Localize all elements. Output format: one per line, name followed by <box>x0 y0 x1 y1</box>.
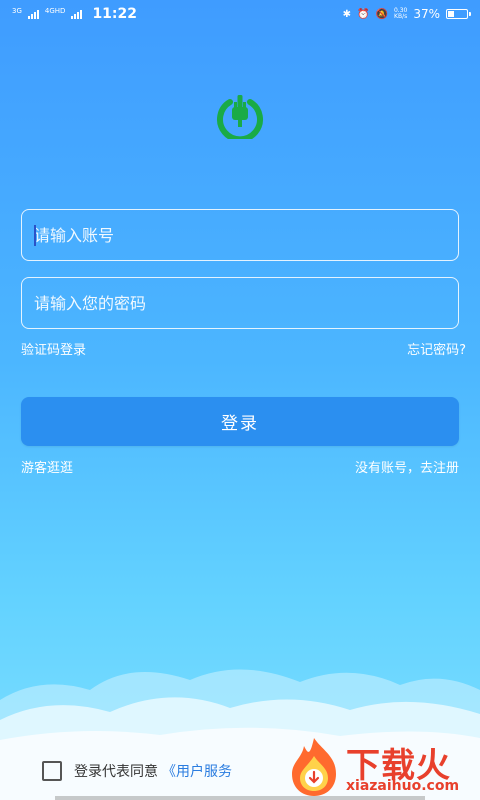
sms-login-link[interactable]: 验证码登录 <box>21 339 86 358</box>
account-input[interactable] <box>22 210 458 260</box>
status-right: ✱ ⏰ 🔕 0.30 KB/s 37% <box>342 7 471 21</box>
network-speed: 0.30 KB/s <box>394 8 407 20</box>
power-plug-logo-icon <box>217 95 263 139</box>
password-field[interactable] <box>21 277 459 329</box>
agreement-row: 登录代表同意 《用户服务 <box>42 761 232 781</box>
battery-icon <box>446 9 471 19</box>
flame-icon <box>292 738 336 796</box>
battery-percent: 37% <box>413 7 440 21</box>
watermark: 下载火 xiazaihuo.com <box>284 736 480 800</box>
status-left: 3G 4GHD 11:22 <box>12 6 137 22</box>
status-bar: 3G 4GHD 11:22 ✱ ⏰ 🔕 0.30 KB/s 37% <box>0 0 480 28</box>
bluetooth-icon: ✱ <box>342 8 352 20</box>
signal-icon <box>27 9 39 19</box>
watermark-site: xiazaihuo.com <box>346 778 460 794</box>
network-type-2: 4GHD <box>44 6 66 15</box>
mute-icon: 🔕 <box>375 8 388 20</box>
guest-link[interactable]: 游客逛逛 <box>21 457 73 476</box>
signal-icon-2 <box>71 9 83 19</box>
agreement-text: 登录代表同意 <box>74 764 158 780</box>
clock: 11:22 <box>92 6 138 22</box>
battery-fill <box>448 11 454 17</box>
password-input[interactable] <box>22 278 458 328</box>
text-cursor <box>34 225 36 246</box>
speed-unit: KB/s <box>394 13 408 20</box>
network-type-1: 3G <box>12 6 22 15</box>
login-button[interactable]: 登录 <box>21 397 459 446</box>
forgot-password-link[interactable]: 忘记密码? <box>407 339 466 358</box>
alarm-icon: ⏰ <box>357 8 370 20</box>
account-field[interactable] <box>21 209 459 261</box>
register-link[interactable]: 没有账号，去注册 <box>355 457 459 476</box>
nav-bar-indicator <box>55 796 425 800</box>
agreement-checkbox[interactable] <box>42 761 62 781</box>
user-service-link[interactable]: 《用户服务 <box>162 764 232 780</box>
